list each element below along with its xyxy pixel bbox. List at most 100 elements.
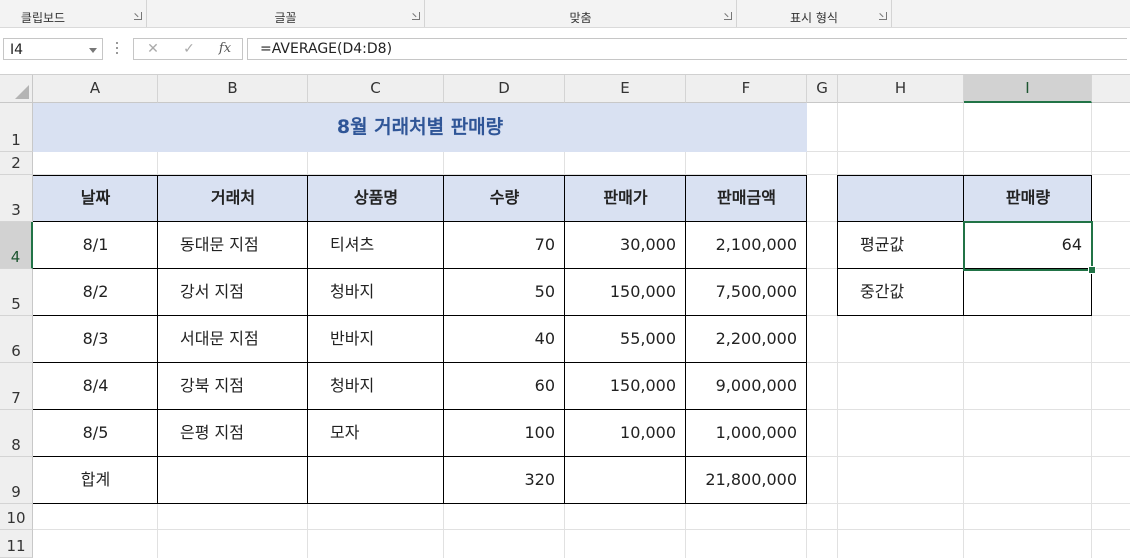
total-label[interactable]: 합계 <box>33 457 158 504</box>
total-cell-product[interactable] <box>308 457 444 504</box>
table-cell-amount[interactable]: 7,500,000 <box>686 269 807 316</box>
table-cell-date[interactable]: 8/3 <box>33 316 158 363</box>
column-header-f[interactable]: F <box>686 75 807 103</box>
summary-header-empty[interactable] <box>838 175 964 222</box>
table-border <box>685 175 686 504</box>
formula-bar-splitter-icon[interactable] <box>116 42 119 56</box>
summary-label-median[interactable]: 중간값 <box>838 269 964 316</box>
table-cell-quantity[interactable]: 60 <box>444 363 565 410</box>
sheet-title[interactable]: 8월 거래처별 판매량 <box>33 103 807 152</box>
table-header-date[interactable]: 날짜 <box>33 175 158 222</box>
row-header-11[interactable]: 11 <box>0 530 33 558</box>
summary-label-average[interactable]: 평균값 <box>838 222 964 269</box>
table-border <box>33 221 807 222</box>
table-cell-product[interactable]: 청바지 <box>308 269 444 316</box>
table-cell-quantity[interactable]: 70 <box>444 222 565 269</box>
column-header-a[interactable]: A <box>33 75 158 103</box>
formula-buttons: ✕ ✓ fx <box>133 38 243 60</box>
table-cell-client[interactable]: 강서 지점 <box>158 269 308 316</box>
row-number: 9 <box>11 483 21 501</box>
table-cell-price[interactable]: 55,000 <box>565 316 686 363</box>
table-cell-client[interactable]: 강북 지점 <box>158 363 308 410</box>
enter-icon[interactable]: ✓ <box>174 39 204 59</box>
ribbon-group-label: 글꼴 <box>274 11 297 25</box>
table-cell-date[interactable]: 8/4 <box>33 363 158 410</box>
row-header-3[interactable]: 3 <box>0 175 33 222</box>
table-cell-quantity[interactable]: 100 <box>444 410 565 457</box>
column-header-extra[interactable] <box>1092 75 1130 103</box>
table-cell-product[interactable]: 모자 <box>308 410 444 457</box>
total-quantity[interactable]: 320 <box>444 457 565 504</box>
table-cell-price[interactable]: 30,000 <box>565 222 686 269</box>
table-cell-quantity[interactable]: 50 <box>444 269 565 316</box>
table-cell-price[interactable]: 150,000 <box>565 363 686 410</box>
row-header-8[interactable]: 8 <box>0 410 33 457</box>
number-format-dialog-launcher-icon[interactable] <box>879 12 887 20</box>
row-header-5[interactable]: 5 <box>0 269 33 316</box>
column-header-e[interactable]: E <box>565 75 686 103</box>
table-cell-quantity[interactable]: 40 <box>444 316 565 363</box>
column-header-b[interactable]: B <box>158 75 308 103</box>
ribbon: 클립보드 글꼴 맞춤 표시 형식 <box>0 0 1130 28</box>
row-number: 2 <box>11 154 21 172</box>
table-cell-amount[interactable]: 2,200,000 <box>686 316 807 363</box>
cancel-icon[interactable]: ✕ <box>138 39 168 59</box>
table-cell-client[interactable]: 은평 지점 <box>158 410 308 457</box>
formula-input[interactable]: =AVERAGE(D4:D8) <box>247 38 1127 60</box>
table-cell-date[interactable]: 8/2 <box>33 269 158 316</box>
chevron-down-icon[interactable] <box>89 48 97 53</box>
summary-header[interactable]: 판매량 <box>964 175 1092 222</box>
table-cell-client[interactable]: 동대문 지점 <box>158 222 308 269</box>
table-cell-product[interactable]: 티셔츠 <box>308 222 444 269</box>
table-cell-client[interactable]: 서대문 지점 <box>158 316 308 363</box>
font-dialog-launcher-icon[interactable] <box>412 12 420 20</box>
table-cell-date[interactable]: 8/5 <box>33 410 158 457</box>
row-number: 4 <box>10 248 21 266</box>
total-amount[interactable]: 21,800,000 <box>686 457 807 504</box>
column-header-g[interactable]: G <box>807 75 838 103</box>
row-number: 3 <box>11 201 21 219</box>
table-header-price[interactable]: 판매가 <box>565 175 686 222</box>
select-all-button[interactable] <box>0 75 33 103</box>
total-cell-price[interactable] <box>565 457 686 504</box>
table-cell-amount[interactable]: 1,000,000 <box>686 410 807 457</box>
table-border <box>307 175 308 504</box>
table-cell-product[interactable]: 반바지 <box>308 316 444 363</box>
column-header-i[interactable]: I <box>964 75 1092 103</box>
summary-border <box>837 315 1092 316</box>
clipboard-dialog-launcher-icon[interactable] <box>134 12 142 20</box>
summary-value-median[interactable] <box>964 269 1092 316</box>
table-border <box>564 175 565 504</box>
row-number: 5 <box>11 295 21 313</box>
alignment-dialog-launcher-icon[interactable] <box>724 12 732 20</box>
ribbon-group-clipboard: 클립보드 <box>0 0 147 27</box>
row-header-4[interactable]: 4 <box>0 222 33 269</box>
row-number: 6 <box>11 342 21 360</box>
total-cell-client[interactable] <box>158 457 308 504</box>
table-cell-amount[interactable]: 9,000,000 <box>686 363 807 410</box>
table-header-quantity[interactable]: 수량 <box>444 175 565 222</box>
row-header-10[interactable]: 10 <box>0 504 33 530</box>
row-number: 1 <box>11 131 21 149</box>
row-header-6[interactable]: 6 <box>0 316 33 363</box>
table-cell-price[interactable]: 150,000 <box>565 269 686 316</box>
table-border <box>157 175 158 504</box>
table-cell-price[interactable]: 10,000 <box>565 410 686 457</box>
table-header-product[interactable]: 상품명 <box>308 175 444 222</box>
summary-border <box>837 175 1092 176</box>
row-header-1[interactable]: 1 <box>0 103 33 152</box>
table-cell-amount[interactable]: 2,100,000 <box>686 222 807 269</box>
row-header-7[interactable]: 7 <box>0 363 33 410</box>
fill-handle[interactable] <box>1088 266 1096 274</box>
insert-function-icon[interactable]: fx <box>210 39 240 59</box>
column-header-c[interactable]: C <box>308 75 444 103</box>
table-header-client[interactable]: 거래처 <box>158 175 308 222</box>
name-box[interactable]: I4 <box>3 38 103 60</box>
table-cell-product[interactable]: 청바지 <box>308 363 444 410</box>
column-header-d[interactable]: D <box>444 75 565 103</box>
table-header-amount[interactable]: 판매금액 <box>686 175 807 222</box>
column-header-h[interactable]: H <box>838 75 964 103</box>
row-header-9[interactable]: 9 <box>0 457 33 504</box>
row-header-2[interactable]: 2 <box>0 152 33 175</box>
table-cell-date[interactable]: 8/1 <box>33 222 158 269</box>
